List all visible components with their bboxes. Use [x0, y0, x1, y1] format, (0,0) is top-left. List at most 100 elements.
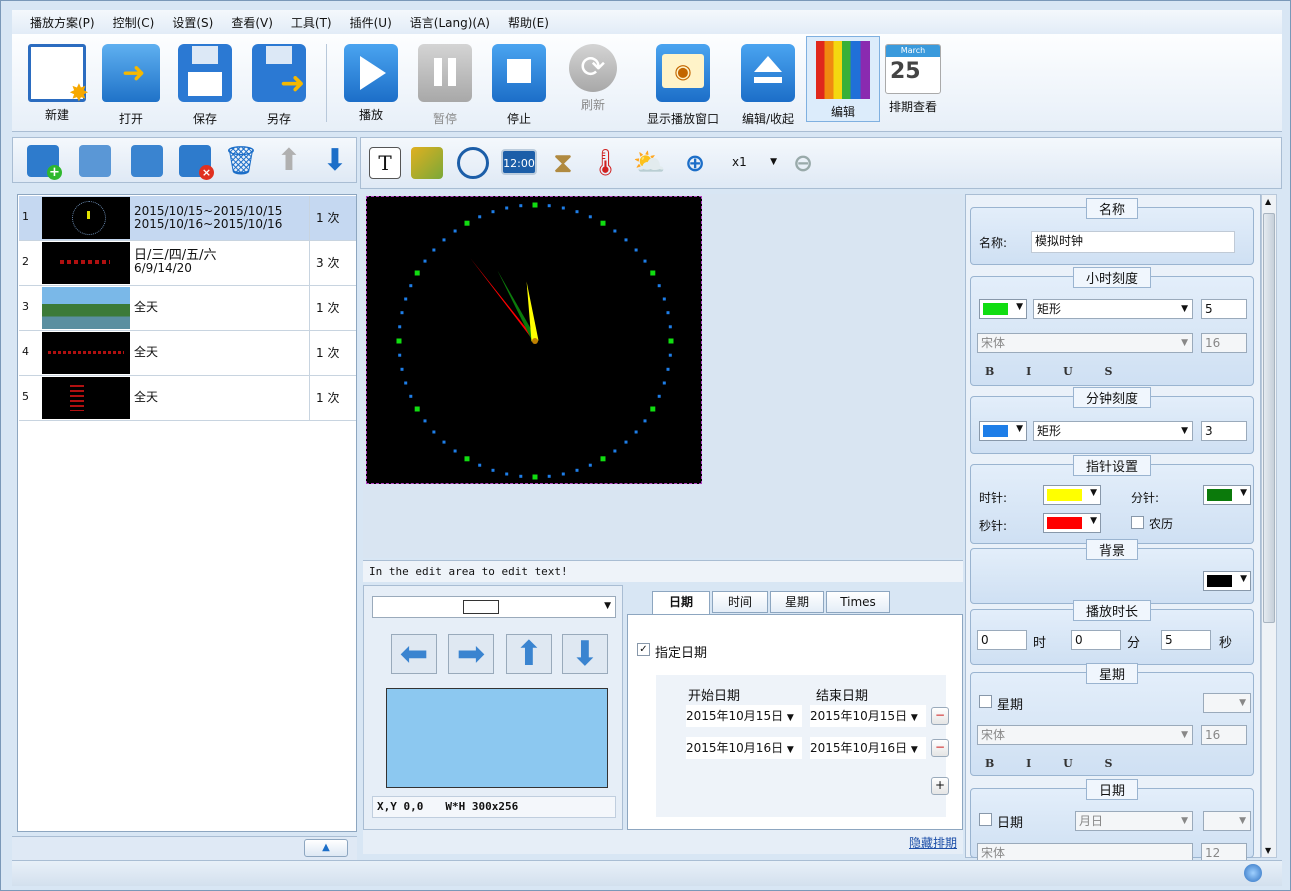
- hours-spinner[interactable]: 0: [977, 630, 1027, 650]
- add-date-button[interactable]: +: [931, 777, 949, 795]
- menu-settings[interactable]: 设置(S): [172, 14, 213, 31]
- tab-time[interactable]: 时间: [712, 591, 768, 613]
- minutes-spinner[interactable]: 0: [1071, 630, 1121, 650]
- week-color-picker[interactable]: ▼: [1203, 693, 1251, 713]
- item-count: 1 次: [309, 331, 356, 375]
- zoom-out-icon[interactable]: ⊖: [787, 147, 819, 179]
- second-hand-color-picker[interactable]: ▼: [1043, 513, 1101, 533]
- remove-date-button[interactable]: −: [931, 707, 949, 725]
- move-up-arrow-icon[interactable]: ⬆: [506, 634, 552, 674]
- menu-control[interactable]: 控制(C): [113, 14, 155, 31]
- move-left-icon[interactable]: ⬅: [391, 634, 437, 674]
- minute-scale-size-spinner[interactable]: 3: [1201, 421, 1247, 441]
- open-button[interactable]: ➜ 打开: [96, 40, 166, 127]
- hour-scale-shape-select[interactable]: 矩形 ▼: [1033, 299, 1193, 319]
- menu-view[interactable]: 查看(V): [231, 14, 273, 31]
- list-item[interactable]: 5 全天 1 次: [19, 376, 356, 421]
- start-date-picker[interactable]: 2015年10月15日 ▼: [686, 705, 802, 727]
- temperature-tool-icon[interactable]: 🌡: [589, 147, 622, 179]
- edit-collapse-button[interactable]: 编辑/收起: [730, 40, 806, 127]
- start-date-picker[interactable]: 2015年10月16日 ▼: [686, 737, 802, 759]
- text-tool-icon[interactable]: T: [369, 147, 401, 179]
- tab-date[interactable]: 日期: [652, 591, 710, 615]
- play-button[interactable]: 播放: [336, 40, 406, 123]
- delete-program-icon[interactable]: ×: [179, 145, 214, 180]
- end-date-picker[interactable]: 2015年10月16日 ▼: [810, 737, 926, 759]
- menu-plan[interactable]: 播放方案(P): [30, 14, 95, 31]
- minute-hand-color-picker[interactable]: ▼: [1203, 485, 1251, 505]
- week-font-select[interactable]: 宋体 ▼: [977, 725, 1193, 745]
- scroll-up-icon[interactable]: ▲: [1265, 197, 1271, 206]
- image-tool-icon[interactable]: [411, 147, 443, 179]
- paste-program-icon[interactable]: [131, 145, 163, 177]
- week-font-size-spinner[interactable]: 16: [1201, 725, 1247, 745]
- minute-scale-shape-select[interactable]: 矩形 ▼: [1033, 421, 1193, 441]
- date-color-picker[interactable]: ▼: [1203, 811, 1251, 831]
- minute-tick: [505, 206, 509, 210]
- remove-date-button[interactable]: −: [931, 739, 949, 757]
- menu-plugins[interactable]: 插件(U): [350, 14, 392, 31]
- item-schedule-line1: 全天: [134, 390, 159, 404]
- hour-scale-color-picker[interactable]: ▼: [979, 299, 1027, 319]
- trash-icon[interactable]: 🗑: [223, 145, 259, 177]
- move-down-arrow-icon[interactable]: ⬇: [562, 634, 608, 674]
- move-up-icon[interactable]: ⬆: [273, 145, 305, 177]
- save-as-label: 另存: [266, 112, 291, 126]
- minute-tick: [613, 229, 617, 233]
- menu-help[interactable]: 帮助(E): [508, 14, 549, 31]
- weather-tool-icon[interactable]: ⛅: [633, 147, 665, 179]
- stop-button[interactable]: 停止: [484, 40, 554, 127]
- pause-button[interactable]: 暂停: [410, 40, 480, 127]
- show-window-button[interactable]: ◉ 显示播放窗口: [638, 40, 728, 127]
- properties-scrollbar[interactable]: ▲ ▼: [1261, 194, 1277, 858]
- new-button[interactable]: ✸ 新建: [22, 40, 92, 123]
- move-down-icon[interactable]: ⬇: [319, 145, 351, 177]
- date-checkbox[interactable]: [979, 813, 992, 826]
- list-item[interactable]: 2 日/三/四/五/六 6/9/14/20 3 次: [19, 241, 356, 286]
- digital-clock-tool-icon[interactable]: 12:00: [501, 149, 537, 175]
- end-date-picker[interactable]: 2015年10月15日 ▼: [810, 705, 926, 727]
- add-program-icon[interactable]: +: [27, 145, 62, 180]
- tab-times[interactable]: Times: [826, 591, 890, 613]
- clock-tool-icon[interactable]: [457, 147, 489, 179]
- minute-tick: [423, 419, 427, 423]
- date-format-select[interactable]: 月日 ▼: [1075, 811, 1193, 831]
- zoom-in-icon[interactable]: ⊕: [679, 147, 711, 179]
- list-item[interactable]: 1 2015/10/15~2015/10/15 2015/10/16~2015/1…: [19, 196, 356, 241]
- collapse-up-button[interactable]: ▲: [304, 839, 348, 857]
- hide-schedule-link[interactable]: 隐藏排期: [909, 834, 957, 851]
- menu-tools[interactable]: 工具(T): [291, 14, 332, 31]
- list-item[interactable]: 4 全天 1 次: [19, 331, 356, 376]
- scroll-down-icon[interactable]: ▼: [1265, 846, 1271, 855]
- seconds-spinner[interactable]: 5: [1161, 630, 1211, 650]
- hour-scale-size-spinner[interactable]: 5: [1201, 299, 1247, 319]
- refresh-button[interactable]: ⟳ 刷新: [558, 40, 628, 113]
- edit-button[interactable]: 编辑: [806, 36, 880, 122]
- position-preview[interactable]: [386, 688, 608, 788]
- list-item[interactable]: 3 全天 1 次: [19, 286, 356, 331]
- menu-language[interactable]: 语言(Lang)(A): [410, 14, 490, 31]
- save-button[interactable]: 保存: [170, 40, 240, 127]
- area-select[interactable]: ▼: [372, 596, 616, 618]
- week-checkbox[interactable]: [979, 695, 992, 708]
- zoom-select[interactable]: x1 ▼: [729, 153, 781, 173]
- hour-format-buttons[interactable]: B I U S: [985, 365, 1126, 378]
- save-icon: [178, 44, 232, 102]
- scroll-thumb[interactable]: [1263, 213, 1275, 623]
- clock-preview[interactable]: [366, 196, 702, 484]
- hour-hand-color-picker[interactable]: ▼: [1043, 485, 1101, 505]
- name-input[interactable]: 模拟时钟: [1031, 231, 1235, 253]
- week-format-buttons[interactable]: B I U S: [985, 757, 1126, 770]
- save-as-button[interactable]: ➜ 另存: [244, 40, 314, 127]
- timer-tool-icon[interactable]: ⧗: [547, 147, 579, 179]
- lunar-checkbox[interactable]: [1131, 516, 1144, 529]
- minute-scale-color-picker[interactable]: ▼: [979, 421, 1027, 441]
- hour-font-size-spinner[interactable]: 16: [1201, 333, 1247, 353]
- specify-date-checkbox[interactable]: ✓: [637, 643, 650, 656]
- hour-font-select[interactable]: 宋体 ▼: [977, 333, 1193, 353]
- tab-week[interactable]: 星期: [770, 591, 824, 613]
- move-right-icon[interactable]: ➡: [448, 634, 494, 674]
- schedule-button[interactable]: March 25 排期查看: [878, 40, 948, 115]
- copy-program-icon[interactable]: [79, 145, 111, 177]
- background-color-picker[interactable]: ▼: [1203, 571, 1251, 591]
